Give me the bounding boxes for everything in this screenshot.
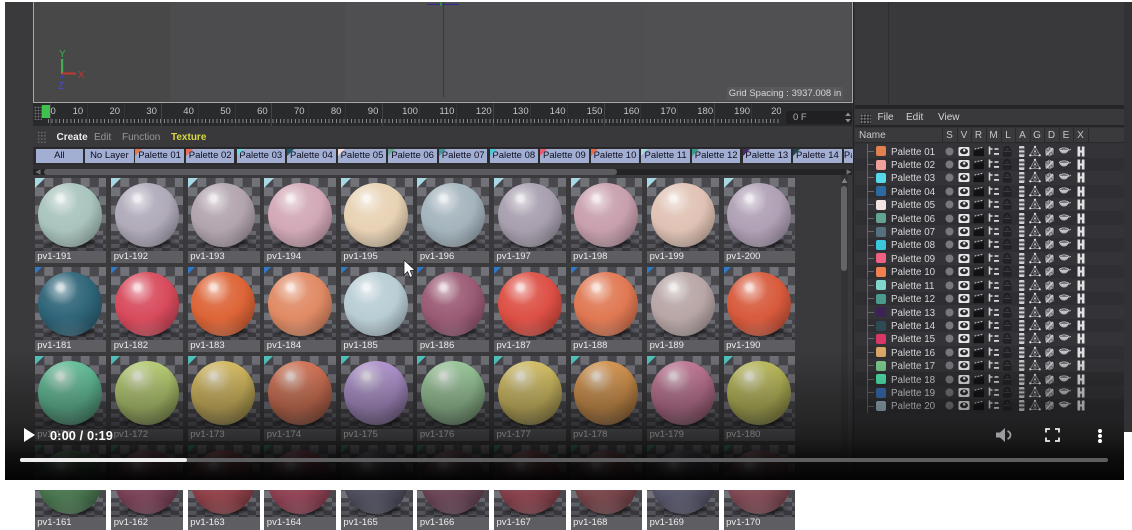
svg-text:Y: Y (59, 49, 66, 60)
svg-text:Z: Z (58, 81, 64, 92)
svg-text:X: X (78, 70, 85, 81)
